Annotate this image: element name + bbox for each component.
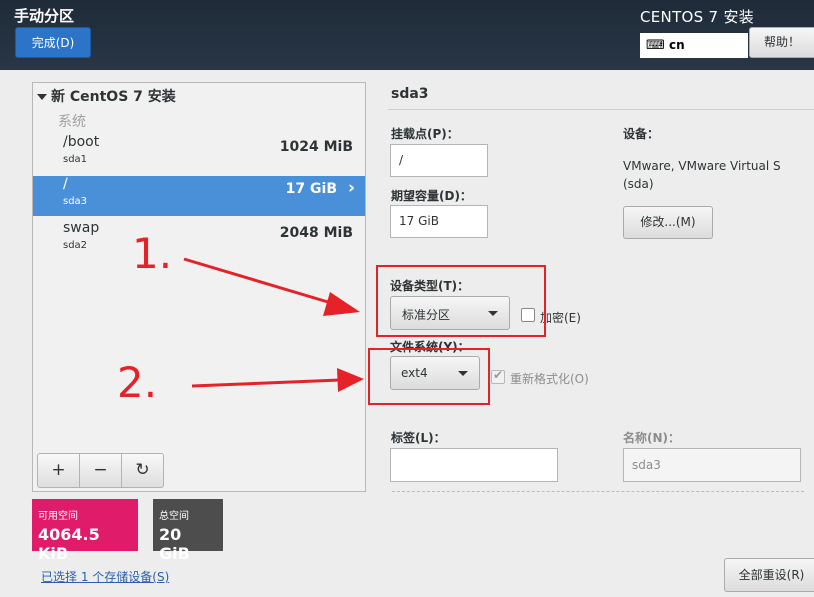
annotation-arrows [183, 257, 364, 392]
arrow-1-shaft [183, 257, 339, 307]
arrow-1-head-icon [323, 292, 360, 316]
arrow-2-head-icon [337, 368, 364, 392]
arrow-2-shaft [191, 378, 341, 388]
